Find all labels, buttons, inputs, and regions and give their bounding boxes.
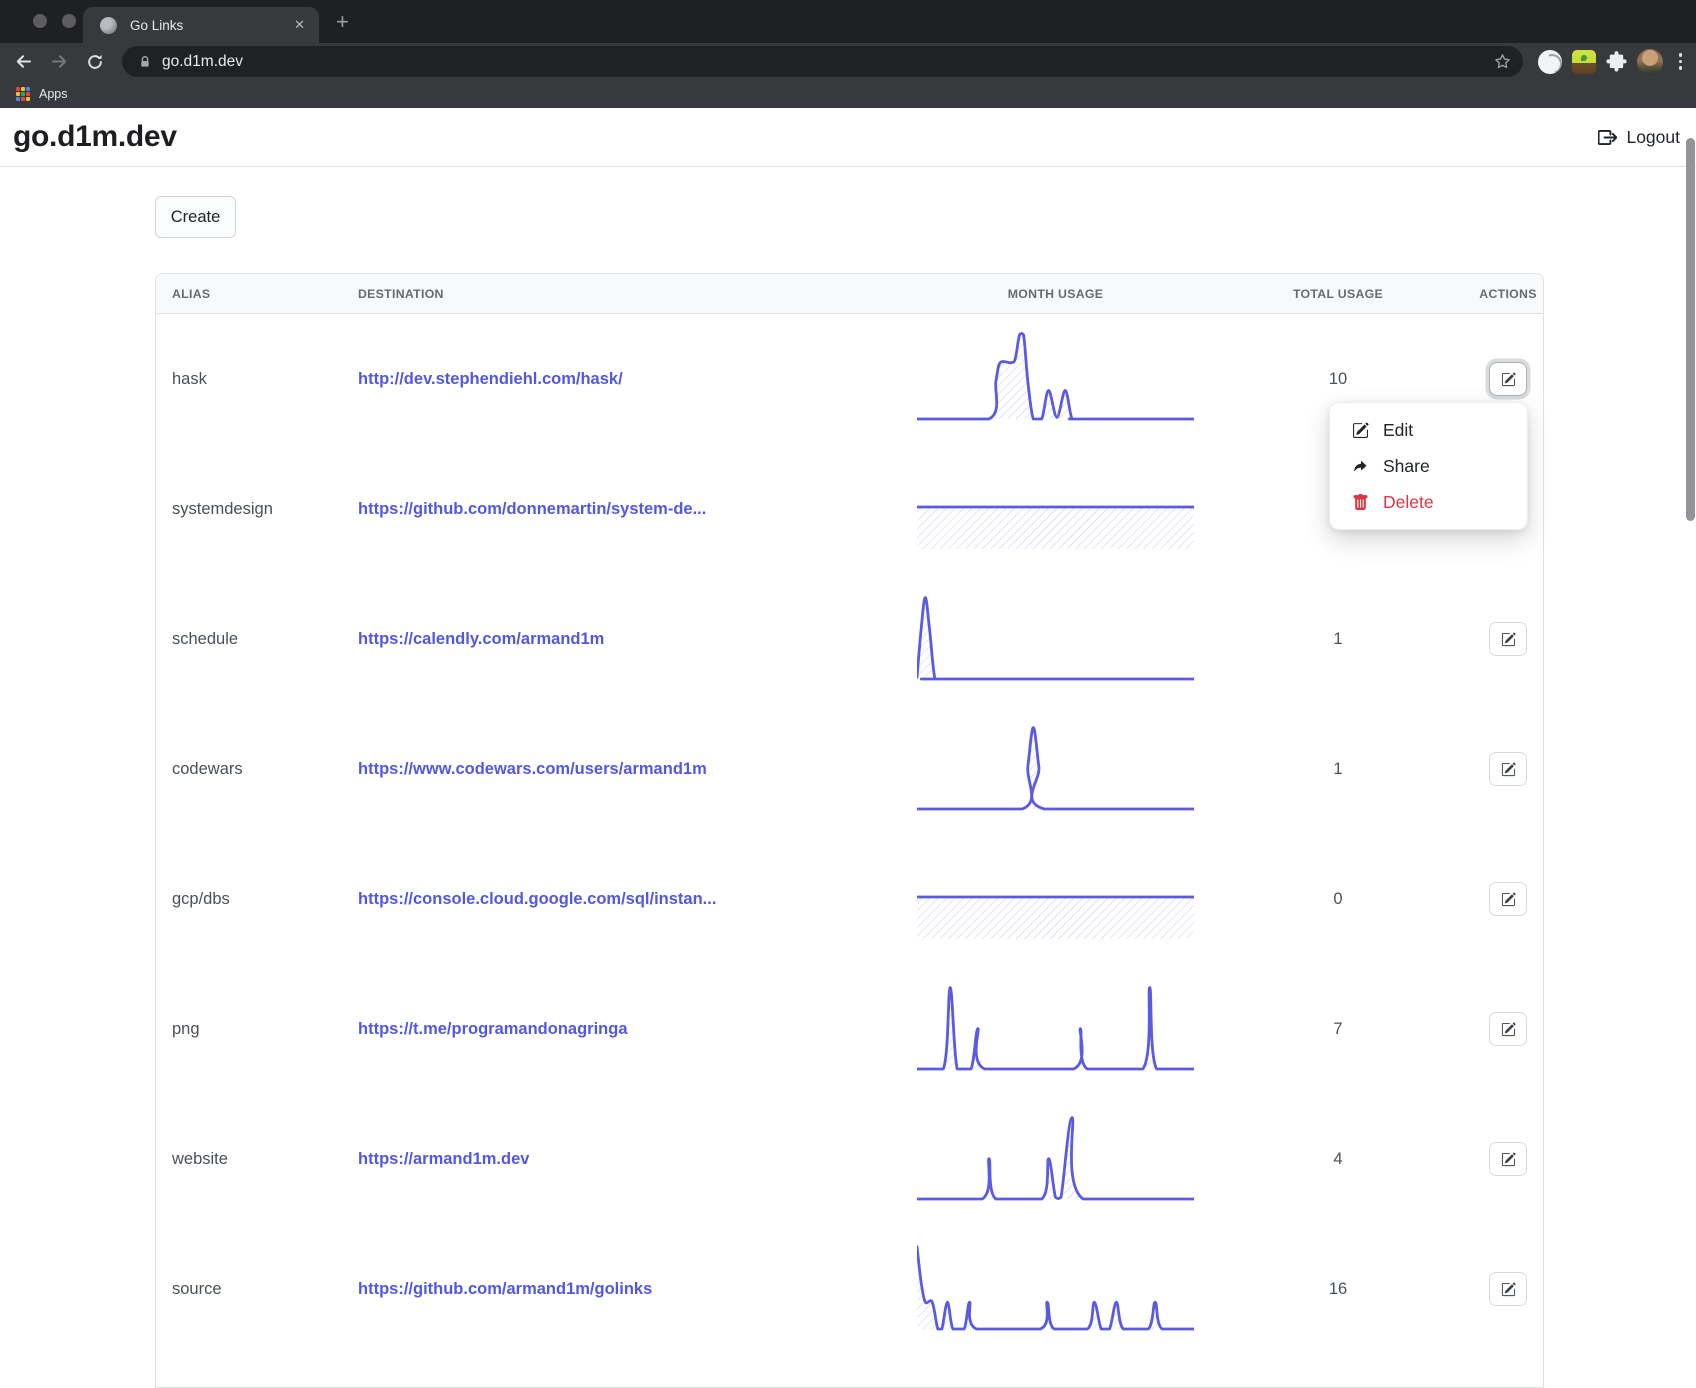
bookmark-star-icon[interactable] bbox=[1494, 53, 1511, 70]
table-row: codewars https://www.codewars.com/users/… bbox=[156, 704, 1543, 834]
destination-link[interactable]: https://github.com/donnemartin/system-de… bbox=[358, 500, 706, 518]
alias-cell: systemdesign bbox=[172, 499, 273, 518]
month-usage-sparkline bbox=[915, 331, 1196, 423]
menu-item-share-label: Share bbox=[1383, 455, 1430, 476]
month-usage-sparkline bbox=[915, 851, 1196, 943]
alias-cell: png bbox=[172, 1019, 200, 1038]
total-usage-value: 4 bbox=[1333, 1149, 1343, 1168]
table-row: schedule https://calendly.com/armand1m 1 bbox=[156, 574, 1543, 704]
back-button[interactable] bbox=[8, 52, 38, 71]
column-header-alias: ALIAS bbox=[172, 286, 211, 301]
column-header-actions: ACTIONS bbox=[1479, 286, 1537, 301]
destination-link[interactable]: https://t.me/programandonagringa bbox=[358, 1020, 628, 1038]
alias-cell: codewars bbox=[172, 759, 243, 778]
url-text: go.d1m.dev bbox=[162, 52, 243, 70]
edit-pencil-icon bbox=[1501, 371, 1516, 386]
total-usage-value: 0 bbox=[1333, 889, 1343, 908]
edit-pencil-icon bbox=[1353, 422, 1369, 438]
total-usage-value: 16 bbox=[1328, 1279, 1348, 1298]
tab-favicon-icon bbox=[100, 16, 117, 34]
table-row: website https://armand1m.dev 4 bbox=[156, 1094, 1543, 1224]
trash-icon bbox=[1353, 493, 1368, 510]
browser-menu-icon[interactable] bbox=[1673, 53, 1688, 70]
tab-close-icon[interactable]: ✕ bbox=[290, 15, 309, 35]
tab-strip: Go Links ✕ + bbox=[0, 0, 1696, 43]
destination-link[interactable]: http://dev.stephendiehl.com/hask/ bbox=[358, 370, 623, 388]
menu-item-share[interactable]: Share bbox=[1330, 448, 1527, 484]
table-row: png https://t.me/programandonagringa 7 bbox=[156, 964, 1543, 1094]
browser-tab[interactable]: Go Links ✕ bbox=[83, 7, 319, 43]
browser-toolbar: go.d1m.dev bbox=[0, 43, 1696, 80]
alias-cell: schedule bbox=[172, 629, 239, 648]
row-actions-button[interactable] bbox=[1489, 882, 1527, 916]
extensions-puzzle-icon[interactable] bbox=[1606, 51, 1627, 72]
row-actions-button[interactable] bbox=[1489, 1012, 1527, 1046]
profile-avatar[interactable] bbox=[1636, 48, 1663, 75]
total-usage-value: 7 bbox=[1333, 1019, 1343, 1038]
extension-grass-icon[interactable] bbox=[1571, 49, 1596, 74]
page-title: go.d1m.dev bbox=[13, 120, 177, 153]
edit-pencil-icon bbox=[1501, 891, 1516, 906]
apps-label: Apps bbox=[39, 87, 68, 101]
alias-cell: source bbox=[172, 1279, 222, 1298]
table-row: source https://github.com/armand1m/golin… bbox=[156, 1224, 1543, 1354]
alias-cell: gcp/dbs bbox=[172, 889, 230, 908]
extension-shutter-icon[interactable] bbox=[1537, 49, 1562, 74]
window-minimize-button[interactable] bbox=[62, 14, 76, 28]
month-usage-sparkline bbox=[915, 721, 1196, 813]
month-usage-sparkline bbox=[915, 1241, 1196, 1333]
row-actions-button[interactable] bbox=[1489, 622, 1527, 656]
forward-button[interactable] bbox=[44, 52, 74, 71]
edit-pencil-icon bbox=[1501, 1151, 1516, 1166]
row-actions-button[interactable] bbox=[1489, 1272, 1527, 1306]
bookmarks-apps-item[interactable]: Apps bbox=[16, 87, 68, 101]
bookmarks-bar: Apps bbox=[0, 80, 1696, 108]
window-close-button[interactable] bbox=[33, 14, 47, 28]
edit-pencil-icon bbox=[1501, 761, 1516, 776]
edit-pencil-icon bbox=[1501, 1281, 1516, 1296]
row-actions-button[interactable] bbox=[1489, 752, 1527, 786]
alias-cell: hask bbox=[172, 369, 207, 388]
menu-item-edit[interactable]: Edit bbox=[1330, 412, 1527, 448]
table-row: gcp/dbs https://console.cloud.google.com… bbox=[156, 834, 1543, 964]
column-header-month-usage: MONTH USAGE bbox=[1007, 286, 1104, 301]
month-usage-sparkline bbox=[915, 981, 1196, 1073]
reload-button[interactable] bbox=[80, 53, 110, 71]
month-usage-sparkline bbox=[915, 591, 1196, 683]
edit-pencil-icon bbox=[1501, 631, 1516, 646]
logout-icon bbox=[1598, 129, 1618, 145]
lock-icon[interactable] bbox=[138, 55, 152, 69]
create-button[interactable]: Create bbox=[155, 196, 236, 238]
table-header-row: ALIAS DESTINATION MONTH USAGE TOTAL USAG… bbox=[156, 274, 1543, 314]
actions-menu: Edit Share Delete bbox=[1329, 402, 1528, 530]
tab-title: Go Links bbox=[130, 17, 184, 33]
menu-item-edit-label: Edit bbox=[1383, 419, 1414, 440]
new-tab-button[interactable]: + bbox=[330, 9, 355, 35]
destination-link[interactable]: https://calendly.com/armand1m bbox=[358, 630, 604, 648]
total-usage-value: 1 bbox=[1333, 629, 1343, 648]
destination-link[interactable]: https://www.codewars.com/users/armand1m bbox=[358, 760, 707, 778]
column-header-total-usage: TOTAL USAGE bbox=[1292, 286, 1384, 301]
address-bar[interactable]: go.d1m.dev bbox=[122, 46, 1523, 77]
page-scrollbar-thumb[interactable] bbox=[1686, 138, 1695, 521]
alias-cell: website bbox=[172, 1149, 228, 1168]
menu-item-delete-label: Delete bbox=[1383, 491, 1434, 512]
edit-pencil-icon bbox=[1501, 1021, 1516, 1036]
logout-label: Logout bbox=[1626, 126, 1680, 147]
row-actions-button[interactable] bbox=[1489, 1142, 1527, 1176]
destination-link[interactable]: https://console.cloud.google.com/sql/ins… bbox=[358, 890, 716, 908]
apps-grid-icon bbox=[16, 87, 30, 101]
month-usage-sparkline bbox=[915, 461, 1196, 553]
share-arrow-icon bbox=[1354, 460, 1367, 471]
destination-link[interactable]: https://armand1m.dev bbox=[358, 1150, 529, 1168]
total-usage-value: 10 bbox=[1328, 369, 1348, 388]
month-usage-sparkline bbox=[915, 1111, 1196, 1203]
total-usage-value: 1 bbox=[1333, 759, 1343, 778]
menu-item-delete[interactable]: Delete bbox=[1330, 484, 1527, 520]
page-header: go.d1m.dev Logout bbox=[0, 108, 1696, 167]
destination-link[interactable]: https://github.com/armand1m/golinks bbox=[358, 1280, 652, 1298]
logout-button[interactable]: Logout bbox=[1598, 127, 1680, 148]
column-header-destination: DESTINATION bbox=[358, 286, 444, 301]
row-actions-button[interactable] bbox=[1489, 362, 1527, 396]
